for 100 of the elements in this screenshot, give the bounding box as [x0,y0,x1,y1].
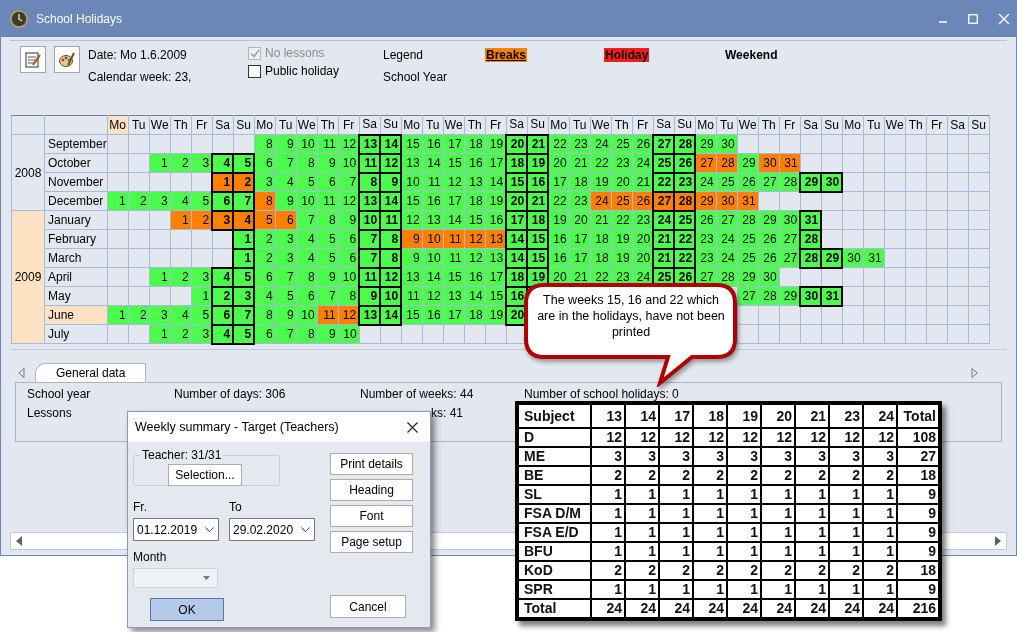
date-label: Date: Mo 1.6.2009 [88,47,188,64]
table-cell: 216 [897,599,939,618]
table-cell: 2 [727,561,761,580]
table-cell: 3 [863,447,897,466]
day-header: Sa [212,115,234,135]
table-cell: 18 [897,561,939,580]
checkbox-label: Public holiday [265,63,340,80]
day-header: Tu [863,115,885,135]
table-cell: 3 [591,447,625,466]
info-text: Lessons [27,404,73,418]
info-text: Number of weeks: 44 [360,385,475,399]
table-cell: 1 [863,523,897,542]
table-cell: 1 [795,542,829,561]
cancel-button[interactable]: Cancel [330,595,406,618]
ok-button[interactable]: OK [150,598,224,621]
table-cell: 3 [659,447,693,466]
table-cell: 1 [591,580,625,599]
table-cell: 2 [659,561,693,580]
month-cell: May [44,286,108,306]
tab[interactable]: General data [35,362,147,382]
table-cell: 1 [727,542,761,561]
palette-button[interactable] [54,46,80,73]
day-header: Mo [107,115,129,135]
table-cell: 1 [591,523,625,542]
month-cell: December [44,191,108,211]
year-cell: 2009 [11,210,45,344]
day-header: We [443,115,465,135]
side-button[interactable]: Heading [330,479,413,501]
table-cell: 2 [591,466,625,485]
table-cell: 1 [659,542,693,561]
table-cell: 2 [829,466,863,485]
table-cell: 1 [659,504,693,523]
month-cell: November [44,172,108,192]
right-arrow-icon[interactable] [994,535,1002,546]
table-cell: 9 [897,523,939,542]
left-arrow-icon[interactable] [15,535,23,546]
side-button[interactable]: Font [330,505,413,527]
table-cell: 1 [625,542,659,561]
right-arrow-icon[interactable] [971,367,978,378]
table-cell: 27 [897,447,939,466]
table-cell: 1 [795,504,829,523]
table-cell: 1 [693,504,727,523]
maximize-icon[interactable] [968,14,978,24]
day-header: Fr [485,115,507,135]
selection-button[interactable]: Selection... [168,464,242,486]
day-header: Th [170,115,192,135]
table-cell: 1 [591,485,625,504]
table-cell: 1 [829,504,863,523]
legend-item: Holiday [604,48,650,62]
table-cell: 1 [625,580,659,599]
legend-item: Breaks [485,48,528,62]
table-cell: 1 [761,485,795,504]
table-cell: 108 [897,428,939,447]
day-header: Fr [338,115,360,135]
day-cell: 30 [821,172,843,192]
day-header: Mo [695,115,717,135]
table-cell: 1 [863,542,897,561]
table-cell: 12 [659,428,693,447]
table-cell: 24 [659,599,693,618]
day-header: Su [968,115,990,135]
table-cell: 2 [693,466,727,485]
from-date-field[interactable]: 01.12.2019 [133,518,219,541]
group-label: Teacher: 31/31 [141,447,223,464]
table-cell: 3 [761,447,795,466]
checkbox[interactable] [248,64,261,78]
table-cell: 2 [863,466,897,485]
month-cell: September [44,134,108,154]
info-text: ks: 41 [431,404,463,418]
day-cell: 4 [212,267,234,287]
info-text: School year [27,385,92,399]
side-button[interactable]: Page setup [330,531,413,553]
column-header: 21 [795,404,829,428]
day-cell: 21 [527,134,549,154]
dialog-title: Weekly summary - Target (Teachers) [135,418,339,436]
day-header: Sa [800,115,822,135]
table-cell: 1 [795,485,829,504]
table-cell: 3 [795,447,829,466]
day-header: Tu [716,115,738,135]
table-cell: FSA D/M [518,504,591,523]
day-cell: 31 [800,210,822,230]
table-cell: 9 [897,580,939,599]
table-cell: 1 [727,523,761,542]
table-cell: 24 [863,599,897,618]
table-cell: 2 [863,561,897,580]
left-arrow-icon[interactable] [18,367,25,378]
info-text: Number of school holidays: 0 [524,385,679,399]
day-header: Su [233,115,255,135]
close-icon[interactable] [407,421,418,433]
from-label: Fr. [133,499,148,516]
legend-label: Legend [383,47,425,64]
table-cell: ME [518,447,591,466]
table-cell: 1 [727,504,761,523]
day-header: Th [758,115,780,135]
notepad-button[interactable] [20,46,46,73]
table-cell: 1 [693,523,727,542]
to-date-field[interactable]: 29.02.2020 [229,518,315,541]
day-header: Th [464,115,486,135]
table-cell: 3 [625,447,659,466]
side-button[interactable]: Print details [330,453,413,475]
table-cell: 2 [591,561,625,580]
